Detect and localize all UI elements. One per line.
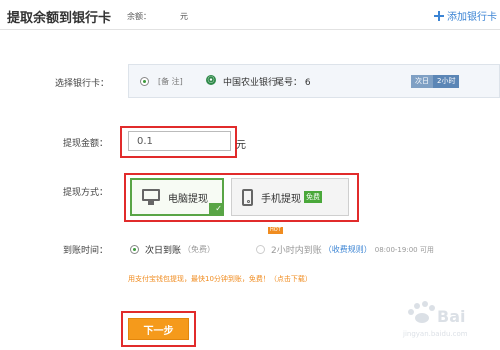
add-bank-card-link[interactable]: 添加银行卡 [434,8,497,23]
method-label: 提现方式： [63,188,109,198]
card-number: 尾号： 6 [275,78,311,88]
add-bank-card-label: 添加银行卡 [447,12,497,23]
svg-text:Bai: Bai [437,307,465,326]
arrival-tag: 次日 2小时 [411,75,460,88]
abc-bank-logo-icon: ⦿ [206,75,216,85]
arrival-next-day-radio[interactable] [130,245,139,254]
plus-icon [434,10,444,21]
method-mobile-option[interactable]: 手机提现 免费 [231,178,349,216]
baidu-jingyan-watermark-logo: Bai jingyan.baidu.com [402,301,468,338]
arrival-tag-two-hours: 2小时 [433,75,460,88]
fee-rules-link[interactable]: （收费规则） [324,244,372,255]
amount-input[interactable] [128,131,231,151]
phone-icon [242,188,253,206]
balance-label: 余额： [127,12,151,21]
monitor-icon [142,189,160,205]
check-icon: ✓ [209,203,223,215]
arrival-next-day-note: （免费） [183,245,216,254]
bank-name: 中国农业银行 [223,78,278,88]
next-step-button[interactable]: 下一步 [128,318,189,340]
amount-label: 提现金额： [63,139,109,149]
amount-unit: 元 [236,140,246,151]
free-badge: 免费 [304,191,322,203]
method-mobile-label: 手机提现 [261,193,301,205]
svg-text:jingyan.baidu.com: jingyan.baidu.com [402,330,468,338]
arrival-next-day-option[interactable]: 次日到账 （免费） [130,243,215,256]
bank-card-radio[interactable] [140,77,149,86]
bank-note-link[interactable]: [备 注] [158,76,183,87]
balance-unit: 元 [180,12,188,21]
arrival-next-day-label: 次日到账 [145,246,182,256]
arrival-two-hours-radio[interactable] [256,245,265,254]
alipay-wallet-notice[interactable]: 用支付宝钱包提现，最快10分钟到账，免费！（点击下载） [128,274,312,284]
arrival-two-hours-option[interactable]: 2小时内到账 （收费规则） 08:00-19:00 可用 [256,243,434,256]
method-pc-label: 电脑提现 [168,193,208,205]
page-title: 提取余额到银行卡 [7,11,112,26]
arrival-two-hours-label: 2小时内到账 [271,246,322,256]
arrival-label: 到账时间： [63,246,109,256]
hot-badge: HOT [268,227,283,234]
arrival-tag-next-day: 次日 [411,75,433,88]
balance-value [152,10,176,21]
arrival-two-hours-time: 08:00-19:00 可用 [374,245,434,254]
bank-card-label: 选择银行卡： [55,79,110,89]
method-pc-option[interactable]: 电脑提现 ✓ [130,178,224,216]
